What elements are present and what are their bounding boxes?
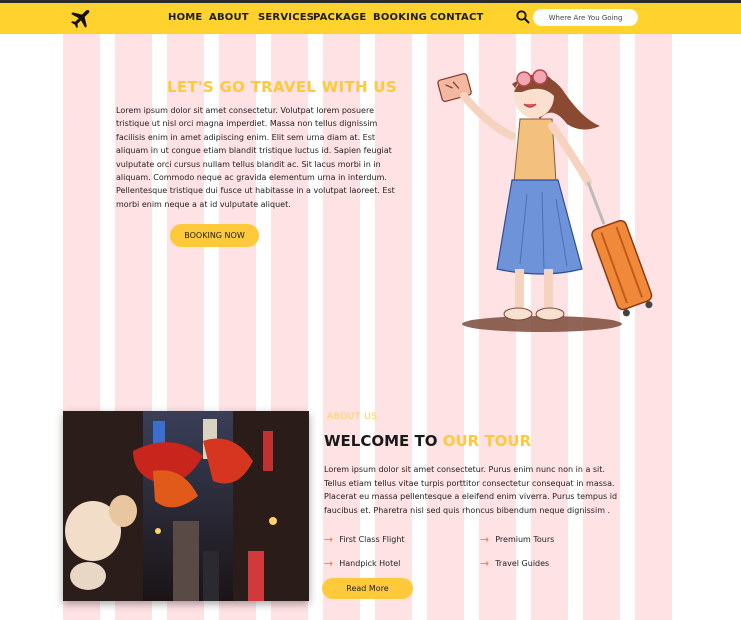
arrow-right-icon: → <box>324 533 334 546</box>
tokyo-alley-photo <box>63 411 309 601</box>
page-content: LET'S GO TRAVEL WITH US Lorem ipsum dolo… <box>0 0 741 620</box>
hero-title: LET'S GO TRAVEL WITH US <box>167 78 397 96</box>
about-section-label: ABOUT US <box>327 412 378 422</box>
feature-label: Premium Tours <box>495 535 555 544</box>
about-paragraph: Lorem ipsum dolor sit amet consectetur. … <box>324 465 618 515</box>
feature-label: First Class Flight <box>339 535 405 544</box>
arrow-right-icon: → <box>480 557 490 570</box>
feature-item: → Handpick Hotel <box>324 557 400 570</box>
read-more-button[interactable]: Read More <box>322 578 413 599</box>
arrow-right-icon: → <box>480 533 490 546</box>
about-title-accent: OUR TOUR <box>442 432 532 450</box>
hero-paragraph: Lorem ipsum dolor sit amet consectetur. … <box>116 106 395 209</box>
about-title: WELCOME TO OUR TOUR <box>324 432 531 450</box>
booking-now-button[interactable]: BOOKING NOW <box>170 224 259 247</box>
feature-item: → Travel Guides <box>480 557 549 570</box>
feature-item: → First Class Flight <box>324 533 405 546</box>
feature-label: Handpick Hotel <box>339 559 401 568</box>
traveler-girl-illustration <box>437 69 653 332</box>
feature-label: Travel Guides <box>495 559 550 568</box>
feature-item: → Premium Tours <box>480 533 554 546</box>
street-photo-image <box>63 411 309 601</box>
arrow-right-icon: → <box>324 557 334 570</box>
about-title-main: WELCOME TO <box>324 432 438 450</box>
